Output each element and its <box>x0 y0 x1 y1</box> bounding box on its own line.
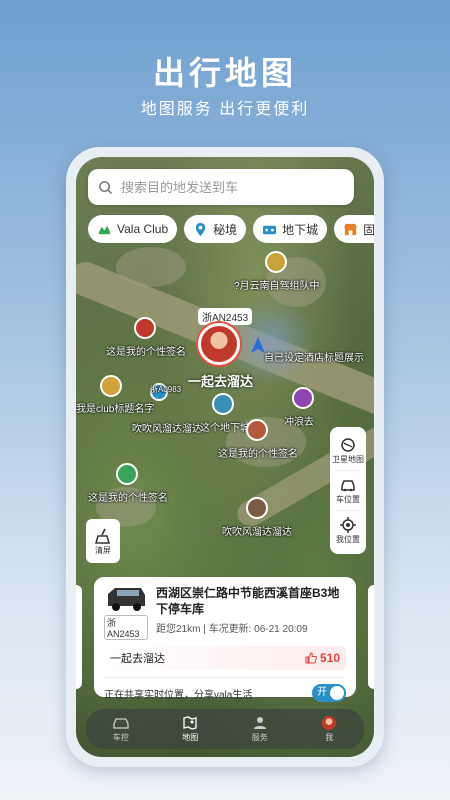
underground-marker-icon <box>212 393 234 415</box>
chip-vala-club[interactable]: Vala Club <box>88 215 178 243</box>
tab-service[interactable]: 服务 <box>252 716 268 743</box>
poi-marker-icon <box>134 317 156 339</box>
thumbs-up-icon <box>305 652 317 664</box>
ride-row[interactable]: 一起去溜达 510 <box>104 646 346 670</box>
map-label: 冲浪去 <box>284 417 314 428</box>
service-icon <box>253 716 266 729</box>
chip-label: Vala Club <box>117 222 169 236</box>
map-poi[interactable] <box>292 387 314 409</box>
plate-label: 浙A0983 <box>150 385 182 394</box>
crosshair-icon <box>340 517 356 533</box>
map-poi[interactable] <box>134 317 156 339</box>
map-screen[interactable]: Vala Club 秘境 地下城 <box>76 157 374 757</box>
me-avatar-icon <box>322 715 337 730</box>
car-location-button[interactable]: 车位置 <box>336 470 360 510</box>
toggle-label: 开 <box>317 687 327 698</box>
promo-subtitle: 地图服务 出行更便利 <box>140 101 310 118</box>
poi-marker-icon <box>116 463 138 485</box>
satellite-icon <box>341 438 355 452</box>
map-poi[interactable] <box>100 375 122 397</box>
poi-marker-icon <box>292 387 314 409</box>
tool-label: 我位置 <box>336 535 360 544</box>
next-card-peek[interactable] <box>368 585 374 689</box>
map-icon <box>183 715 197 730</box>
map-poi[interactable] <box>265 251 287 273</box>
car-control-icon <box>113 717 129 729</box>
bottom-tab-bar: 车控 地图 服务 我 <box>86 709 364 749</box>
share-text: 正在共享实时位置，分享vala生活 <box>104 689 253 701</box>
avatar-marker-icon <box>246 497 268 519</box>
poi-marker-icon <box>265 251 287 273</box>
map-poi[interactable] <box>212 393 234 415</box>
clear-label: 清屏 <box>95 545 111 555</box>
search-icon <box>99 180 113 194</box>
my-location-button[interactable]: 我位置 <box>336 510 360 550</box>
tab-label: 地图 <box>182 732 199 742</box>
share-location-toggle[interactable]: 开 <box>312 684 346 702</box>
car-meta: 距您21km | 车况更新: 06-21 20:09 <box>156 624 308 635</box>
chip-secret-place[interactable]: 秘境 <box>184 215 247 243</box>
likes-value: 510 <box>319 651 340 665</box>
car-plate: 浙AN2453 <box>104 615 148 640</box>
chip-fixed[interactable]: 固定 <box>334 215 374 243</box>
tab-label: 服务 <box>251 732 268 742</box>
chip-label: 固定 <box>363 222 374 237</box>
map-label: 吹吹风溜达溜达 <box>132 424 202 435</box>
tool-label: 卫星地图 <box>332 455 364 464</box>
map-label: ?月云南自驾组队中 <box>234 281 320 292</box>
underground-icon <box>263 225 277 234</box>
share-location-row: 正在共享实时位置，分享vala生活 开 <box>104 677 346 702</box>
map-town <box>116 247 186 287</box>
map-tools: 卫星地图 车位置 我位置 <box>330 427 366 554</box>
vala-club-icon <box>98 225 111 234</box>
satellite-map-button[interactable]: 卫星地图 <box>332 431 364 470</box>
tab-me[interactable]: 我 <box>321 715 337 743</box>
tab-car-control[interactable]: 车控 <box>113 716 129 743</box>
prev-card-peek[interactable] <box>76 585 82 689</box>
map-label: 自己设定酒店标题展示 <box>264 353 364 364</box>
clear-screen-button[interactable]: 清屏 <box>86 519 120 563</box>
tool-label: 车位置 <box>336 495 360 504</box>
store-icon <box>344 223 358 235</box>
promo-title: 出行地图 <box>152 55 297 91</box>
ride-title: 一起去溜达 <box>110 653 165 665</box>
chip-label: 地下城 <box>282 222 319 237</box>
ride-avatar[interactable] <box>198 323 240 365</box>
car-thumbnail: 浙AN2453 <box>104 585 148 640</box>
location-pin-icon <box>195 222 206 236</box>
map-poi[interactable] <box>246 497 268 519</box>
car-info-card[interactable]: 浙AN2453 西湖区崇仁路中节能西溪首座B3地下停车库 距您21km | 车况… <box>94 577 356 702</box>
phone-frame: Vala Club 秘境 地下城 <box>66 147 384 767</box>
map-label: 我是club标题名字 <box>76 404 155 415</box>
car-icon <box>341 480 355 492</box>
broom-icon <box>95 528 110 544</box>
plate-tag: 浙AN2453 <box>198 308 253 325</box>
map-label: 这是我的个性签名 <box>218 449 298 460</box>
map-label: 这是我的个性签名 <box>88 493 168 504</box>
likes-count[interactable]: 510 <box>305 651 340 665</box>
chip-underground[interactable]: 地下城 <box>253 215 328 243</box>
map-label: 这个地下城 <box>200 423 250 434</box>
avatar-marker-icon <box>246 419 268 441</box>
club-marker-icon <box>100 375 122 397</box>
tab-label: 我 <box>325 732 334 742</box>
category-chips: Vala Club 秘境 地下城 固 <box>88 215 374 243</box>
search-bar[interactable] <box>88 169 354 205</box>
map-poi[interactable] <box>116 463 138 485</box>
parking-address: 西湖区崇仁路中节能西溪首座B3地下停车库 <box>156 586 340 616</box>
ride-name-label: 一起去溜达 <box>188 374 254 389</box>
tab-label: 车控 <box>112 732 129 742</box>
map-label: 这是我的个性签名 <box>106 347 186 358</box>
navigation-arrow-icon <box>251 337 265 353</box>
map-label: 吹吹风溜达溜达 <box>222 527 292 538</box>
chip-label: 秘境 <box>213 222 238 237</box>
map-poi[interactable] <box>246 419 268 441</box>
search-input[interactable] <box>121 179 341 195</box>
tab-map[interactable]: 地图 <box>182 715 199 743</box>
van-icon <box>108 588 145 611</box>
